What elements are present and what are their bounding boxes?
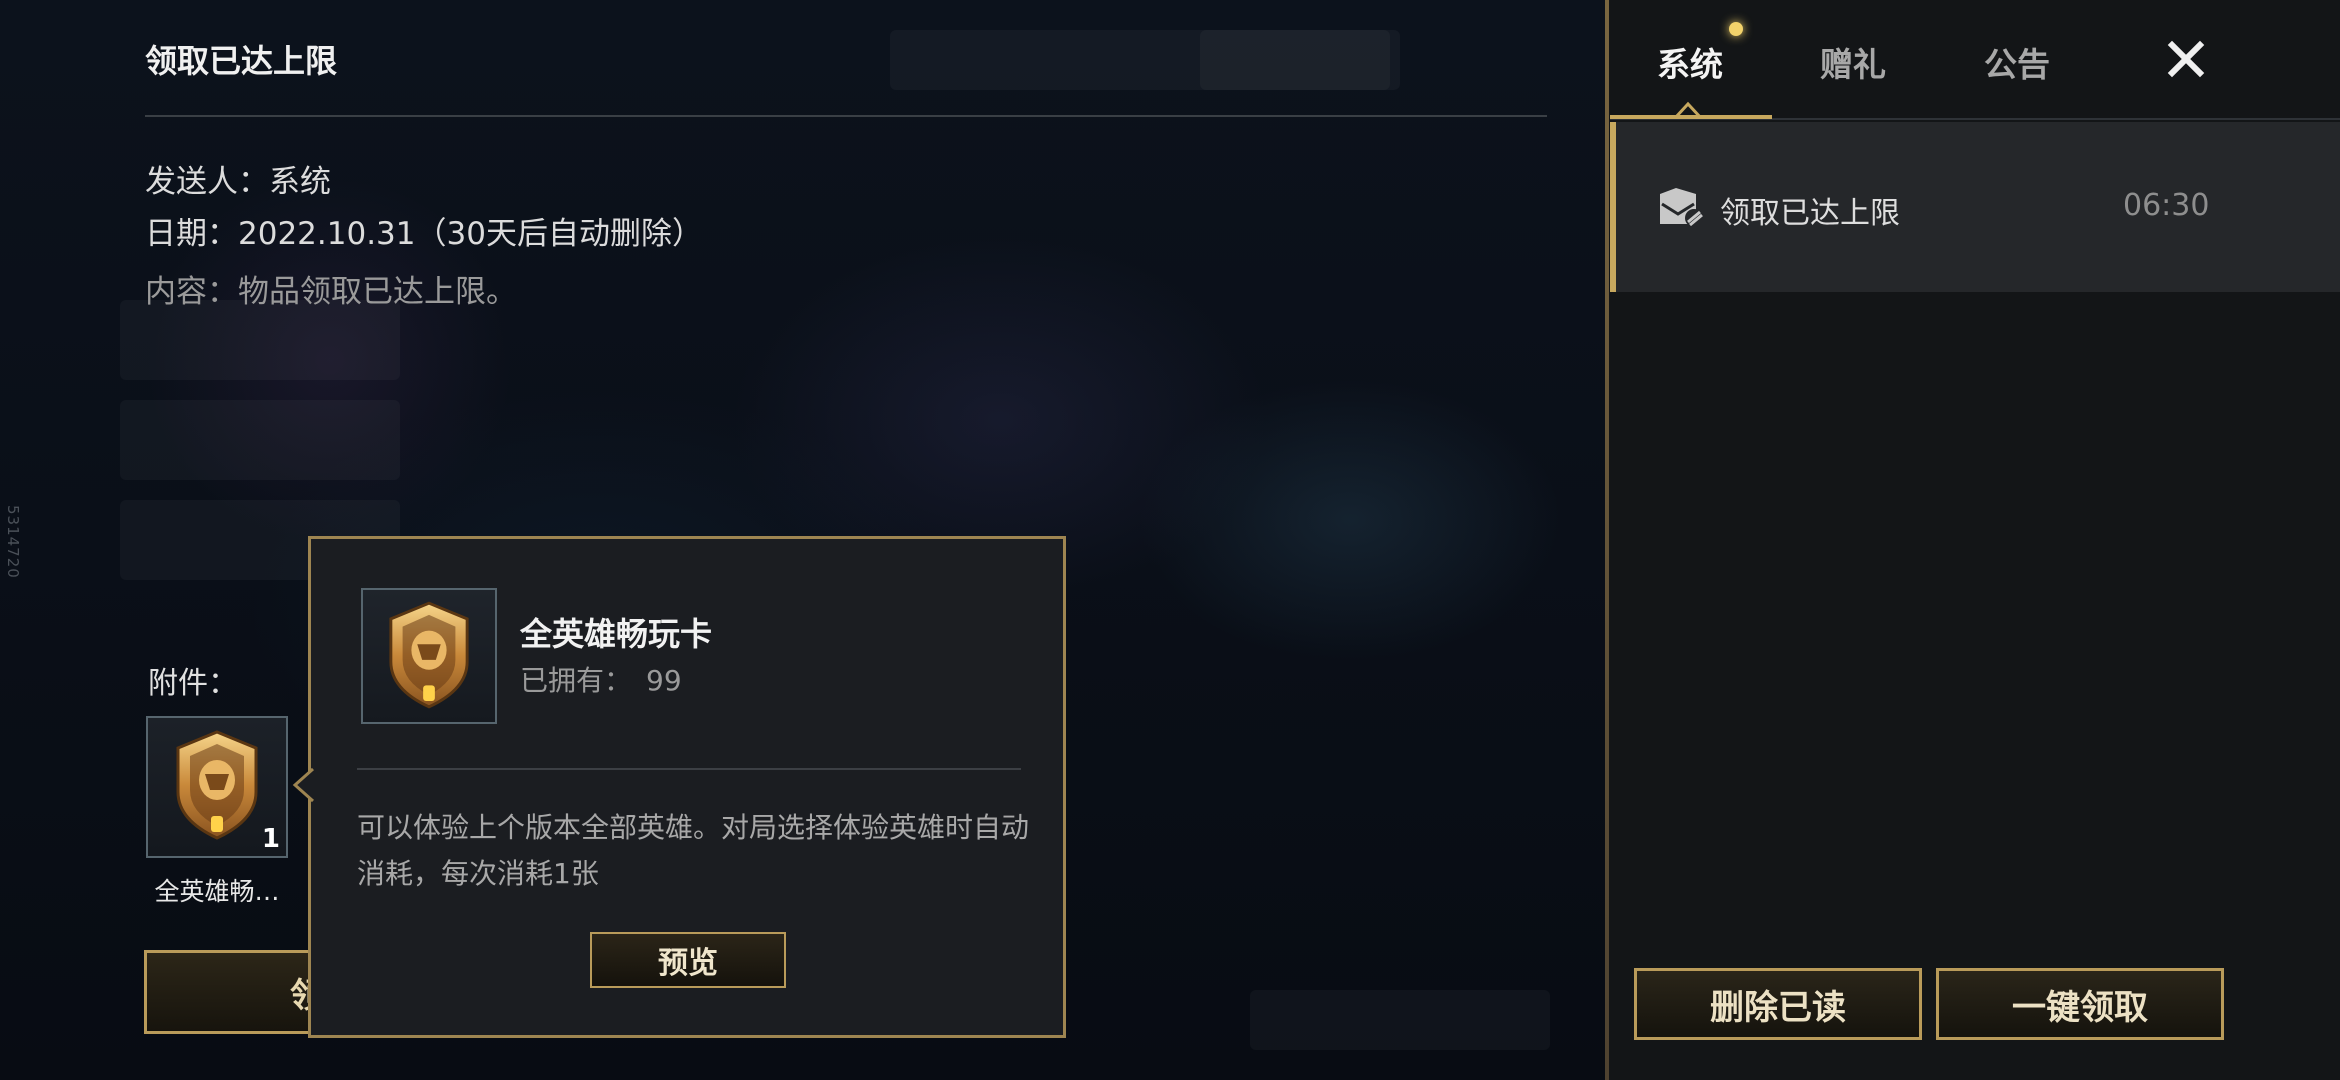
tooltip-pointer-icon bbox=[291, 767, 315, 803]
tab-announcements[interactable]: 公告 bbox=[1984, 38, 2050, 86]
mail-sender: 发送人：系统 bbox=[145, 164, 331, 200]
panel-edge-divider bbox=[1605, 0, 1609, 1080]
claim-all-button[interactable]: 一键领取 bbox=[1936, 968, 2224, 1040]
close-icon[interactable] bbox=[2165, 38, 2207, 80]
all-heroes-card-shield-icon bbox=[385, 600, 473, 712]
item-tooltip: 全英雄畅玩卡 已拥有： 99 可以体验上个版本全部英雄。对局选择体验英雄时自动消耗… bbox=[292, 536, 1066, 1038]
all-heroes-card-shield-icon bbox=[172, 730, 262, 842]
notification-dot-icon bbox=[1729, 22, 1743, 36]
mail-detail-title: 领取已达上限 bbox=[145, 42, 338, 80]
attachments-label: 附件： bbox=[148, 666, 238, 701]
mail-subject: 领取已达上限 bbox=[1720, 196, 1900, 231]
tab-gifts[interactable]: 赠礼 bbox=[1820, 38, 1886, 86]
mail-detail-divider bbox=[145, 115, 1547, 117]
tooltip-divider bbox=[357, 768, 1021, 770]
tab-system[interactable]: 系统 bbox=[1657, 38, 1723, 86]
attachment-name: 全英雄畅… bbox=[154, 877, 280, 906]
tooltip-owned: 已拥有： 99 bbox=[520, 659, 682, 699]
mail-date: 日期：2022.10.31（30天后自动删除） bbox=[145, 216, 703, 252]
tooltip-owned-value: 99 bbox=[646, 664, 682, 697]
selected-indicator bbox=[1610, 122, 1616, 292]
attachment-item[interactable]: 1 bbox=[146, 716, 288, 858]
watermark-text: 5314720 bbox=[4, 505, 22, 579]
tooltip-item-icon-box bbox=[361, 588, 497, 724]
tooltip-owned-label: 已拥有： bbox=[520, 664, 633, 697]
mail-read-icon bbox=[1658, 186, 1704, 228]
delete-read-button[interactable]: 删除已读 bbox=[1634, 968, 1922, 1040]
attachment-count: 1 bbox=[261, 824, 280, 854]
tooltip-item-name: 全英雄畅玩卡 bbox=[520, 615, 713, 653]
active-tab-caret-icon bbox=[1673, 99, 1703, 119]
mail-time: 06:30 bbox=[2123, 188, 2210, 223]
tooltip-description: 可以体验上个版本全部英雄。对局选择体验英雄时自动消耗，每次消耗1张 bbox=[357, 811, 1030, 890]
preview-button[interactable]: 预览 bbox=[590, 932, 786, 988]
mail-list-item[interactable]: 领取已达上限 06:30 bbox=[1610, 122, 2340, 292]
mail-content: 内容：物品领取已达上限。 bbox=[145, 274, 517, 310]
